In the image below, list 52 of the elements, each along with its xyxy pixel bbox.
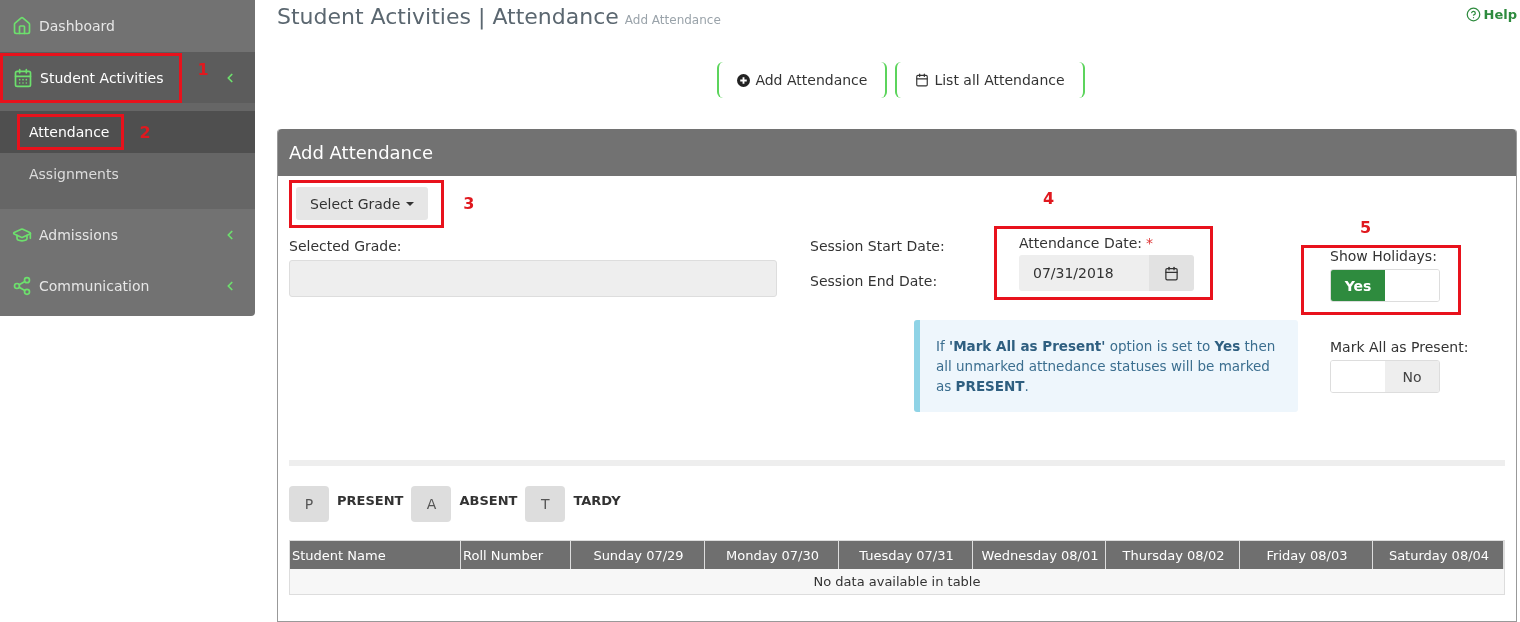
caret-icon bbox=[406, 201, 415, 206]
empty-table-message: No data available in table bbox=[290, 569, 1504, 594]
info-message: If 'Mark All as Present' option is set to Yes then all unmarked attnedance statuses will be marked as PRESENT. bbox=[914, 320, 1298, 412]
column-header[interactable]: Wednesday 08/01 bbox=[973, 541, 1106, 569]
column-header[interactable]: Saturday 08/04 bbox=[1373, 541, 1504, 569]
selected-grade-field[interactable] bbox=[289, 260, 777, 297]
column-header[interactable]: Thursday 08/02 bbox=[1106, 541, 1240, 569]
field-label: Selected Grade: bbox=[289, 238, 403, 254]
field-label: Show Holidays: bbox=[1330, 248, 1438, 264]
status-key: T bbox=[525, 486, 566, 522]
field-label: Mark All as Present: bbox=[1330, 339, 1469, 355]
help-icon bbox=[1465, 7, 1481, 22]
submenu-item[interactable]: Assignments bbox=[29, 166, 119, 182]
nav-item[interactable]: Dashboard bbox=[0, 0, 255, 52]
callout-number: 2 bbox=[139, 123, 151, 142]
column-header[interactable]: Monday 07/30 bbox=[705, 541, 839, 569]
field-label: Session Start Date: bbox=[810, 238, 946, 254]
callout-number: 4 bbox=[1043, 189, 1055, 208]
action-button[interactable]: List all Attendance bbox=[895, 62, 1085, 98]
status-key: A bbox=[411, 486, 452, 522]
toggle-switch[interactable]: No bbox=[1330, 360, 1440, 393]
nav-item[interactable]: Admissions bbox=[0, 209, 255, 260]
callout-number: 3 bbox=[463, 194, 475, 213]
page-subtitle: Add Attendance bbox=[624, 13, 721, 27]
calendar-icon bbox=[13, 67, 33, 88]
action-button[interactable]: Add Attendance bbox=[717, 62, 888, 98]
column-header[interactable]: Student Name bbox=[290, 541, 461, 569]
nav-item[interactable]: Student Activities 1 bbox=[0, 52, 255, 103]
status-label: TARDY bbox=[573, 492, 621, 508]
submenu-item[interactable]: Attendance bbox=[29, 124, 110, 140]
toggle-switch[interactable]: Yes bbox=[1330, 269, 1440, 302]
plus-circle-icon bbox=[737, 73, 751, 87]
column-header[interactable]: Roll Number bbox=[461, 541, 571, 569]
callout-number: 5 bbox=[1360, 218, 1372, 237]
callout-number: 1 bbox=[197, 59, 209, 79]
column-header[interactable]: Tuesday 07/31 bbox=[839, 541, 973, 569]
column-header[interactable]: Friday 08/03 bbox=[1240, 541, 1373, 569]
page-title: Student Activities | Attendance bbox=[277, 4, 619, 29]
field-label: Attendance Date: * bbox=[1019, 235, 1155, 251]
share-icon bbox=[12, 275, 32, 296]
status-label: ABSENT bbox=[459, 492, 518, 508]
help-link[interactable]: Help bbox=[1465, 7, 1517, 22]
panel-header: Add Attendance bbox=[278, 129, 1516, 176]
nav-item[interactable]: Communication bbox=[0, 260, 255, 311]
field-label: Session End Date: bbox=[810, 273, 939, 289]
house-icon bbox=[12, 16, 32, 36]
calendar-icon bbox=[1164, 265, 1179, 281]
status-label: PRESENT bbox=[337, 492, 404, 508]
column-header[interactable]: Sunday 07/29 bbox=[571, 541, 705, 569]
calendar-icon bbox=[915, 73, 930, 87]
status-key: P bbox=[289, 486, 329, 522]
select-grade-button[interactable]: Select Grade bbox=[296, 187, 429, 220]
